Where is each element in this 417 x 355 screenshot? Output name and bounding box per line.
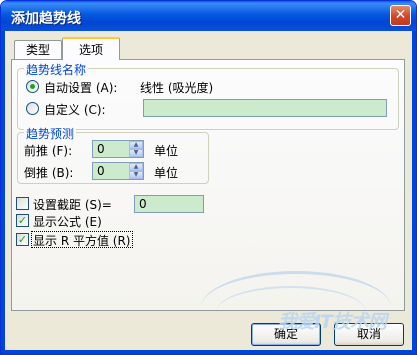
backward-label: 倒推 (B):	[24, 166, 74, 180]
add-trendline-dialog: 添加趋势线 ✕ 类型 选项 趋势线名称 自动设置 (A): 线性 (吸光度) 自…	[0, 0, 417, 355]
forecast-legend: 趋势预测	[24, 125, 77, 142]
title-bar[interactable]: 添加趋势线 ✕	[1, 1, 416, 31]
spin-down-icon[interactable]: ▼	[129, 171, 143, 179]
close-icon: ✕	[394, 7, 407, 23]
auto-name-value: 线性 (吸光度)	[140, 81, 214, 95]
custom-name-label[interactable]: 自定义 (C):	[44, 101, 106, 118]
forward-label: 前推 (F):	[24, 144, 73, 158]
show-equation-label[interactable]: 显示公式 (E)	[33, 213, 102, 230]
trendline-name-group: 趋势线名称 自动设置 (A): 线性 (吸光度) 自定义 (C):	[17, 61, 399, 130]
show-equation-checkbox[interactable]: ✓	[16, 214, 29, 227]
auto-name-radio[interactable]	[26, 80, 39, 93]
forward-value[interactable]: 0	[97, 142, 105, 156]
backward-stepper[interactable]: 0 ▲ ▼	[92, 162, 144, 180]
window-title: 添加趋势线	[11, 11, 81, 27]
window-frame-right	[412, 31, 416, 354]
show-r2-checkbox[interactable]: ✓	[16, 233, 29, 246]
forward-stepper[interactable]: 0 ▲ ▼	[92, 140, 144, 158]
close-button[interactable]: ✕	[390, 5, 411, 26]
intercept-checkbox[interactable]	[16, 197, 29, 210]
auto-name-label[interactable]: 自动设置 (A):	[44, 79, 117, 96]
backward-value[interactable]: 0	[97, 164, 105, 178]
options-panel: 趋势线名称 自动设置 (A): 线性 (吸光度) 自定义 (C): 趋势预测 前…	[11, 59, 405, 311]
forecast-group: 趋势预测 前推 (F): 0 ▲ ▼ 单位 倒推 (B): 0 ▲ ▼ 单位	[17, 125, 209, 184]
spin-up-icon[interactable]: ▲	[129, 163, 143, 171]
spin-up-icon[interactable]: ▲	[129, 141, 143, 149]
trendline-name-legend: 趋势线名称	[24, 61, 89, 78]
watermark-text: 我爱IT技术网	[277, 311, 387, 333]
forward-stepper-arrows: ▲ ▼	[129, 141, 143, 157]
forward-unit: 单位	[154, 144, 179, 158]
backward-unit: 单位	[154, 166, 179, 180]
show-r2-label[interactable]: 显示 R 平方值 (R)	[33, 232, 130, 249]
backward-stepper-arrows: ▲ ▼	[129, 163, 143, 179]
custom-name-field[interactable]	[143, 99, 387, 117]
intercept-field[interactable]: 0	[134, 195, 204, 213]
spin-down-icon[interactable]: ▼	[129, 149, 143, 157]
tab-options[interactable]: 选项	[62, 37, 120, 60]
tab-types[interactable]: 类型	[14, 40, 62, 59]
window-frame-left	[1, 31, 5, 354]
window-frame-bottom	[1, 350, 416, 354]
intercept-label[interactable]: 设置截距 (S)=	[33, 196, 112, 213]
custom-name-radio[interactable]	[26, 102, 39, 115]
